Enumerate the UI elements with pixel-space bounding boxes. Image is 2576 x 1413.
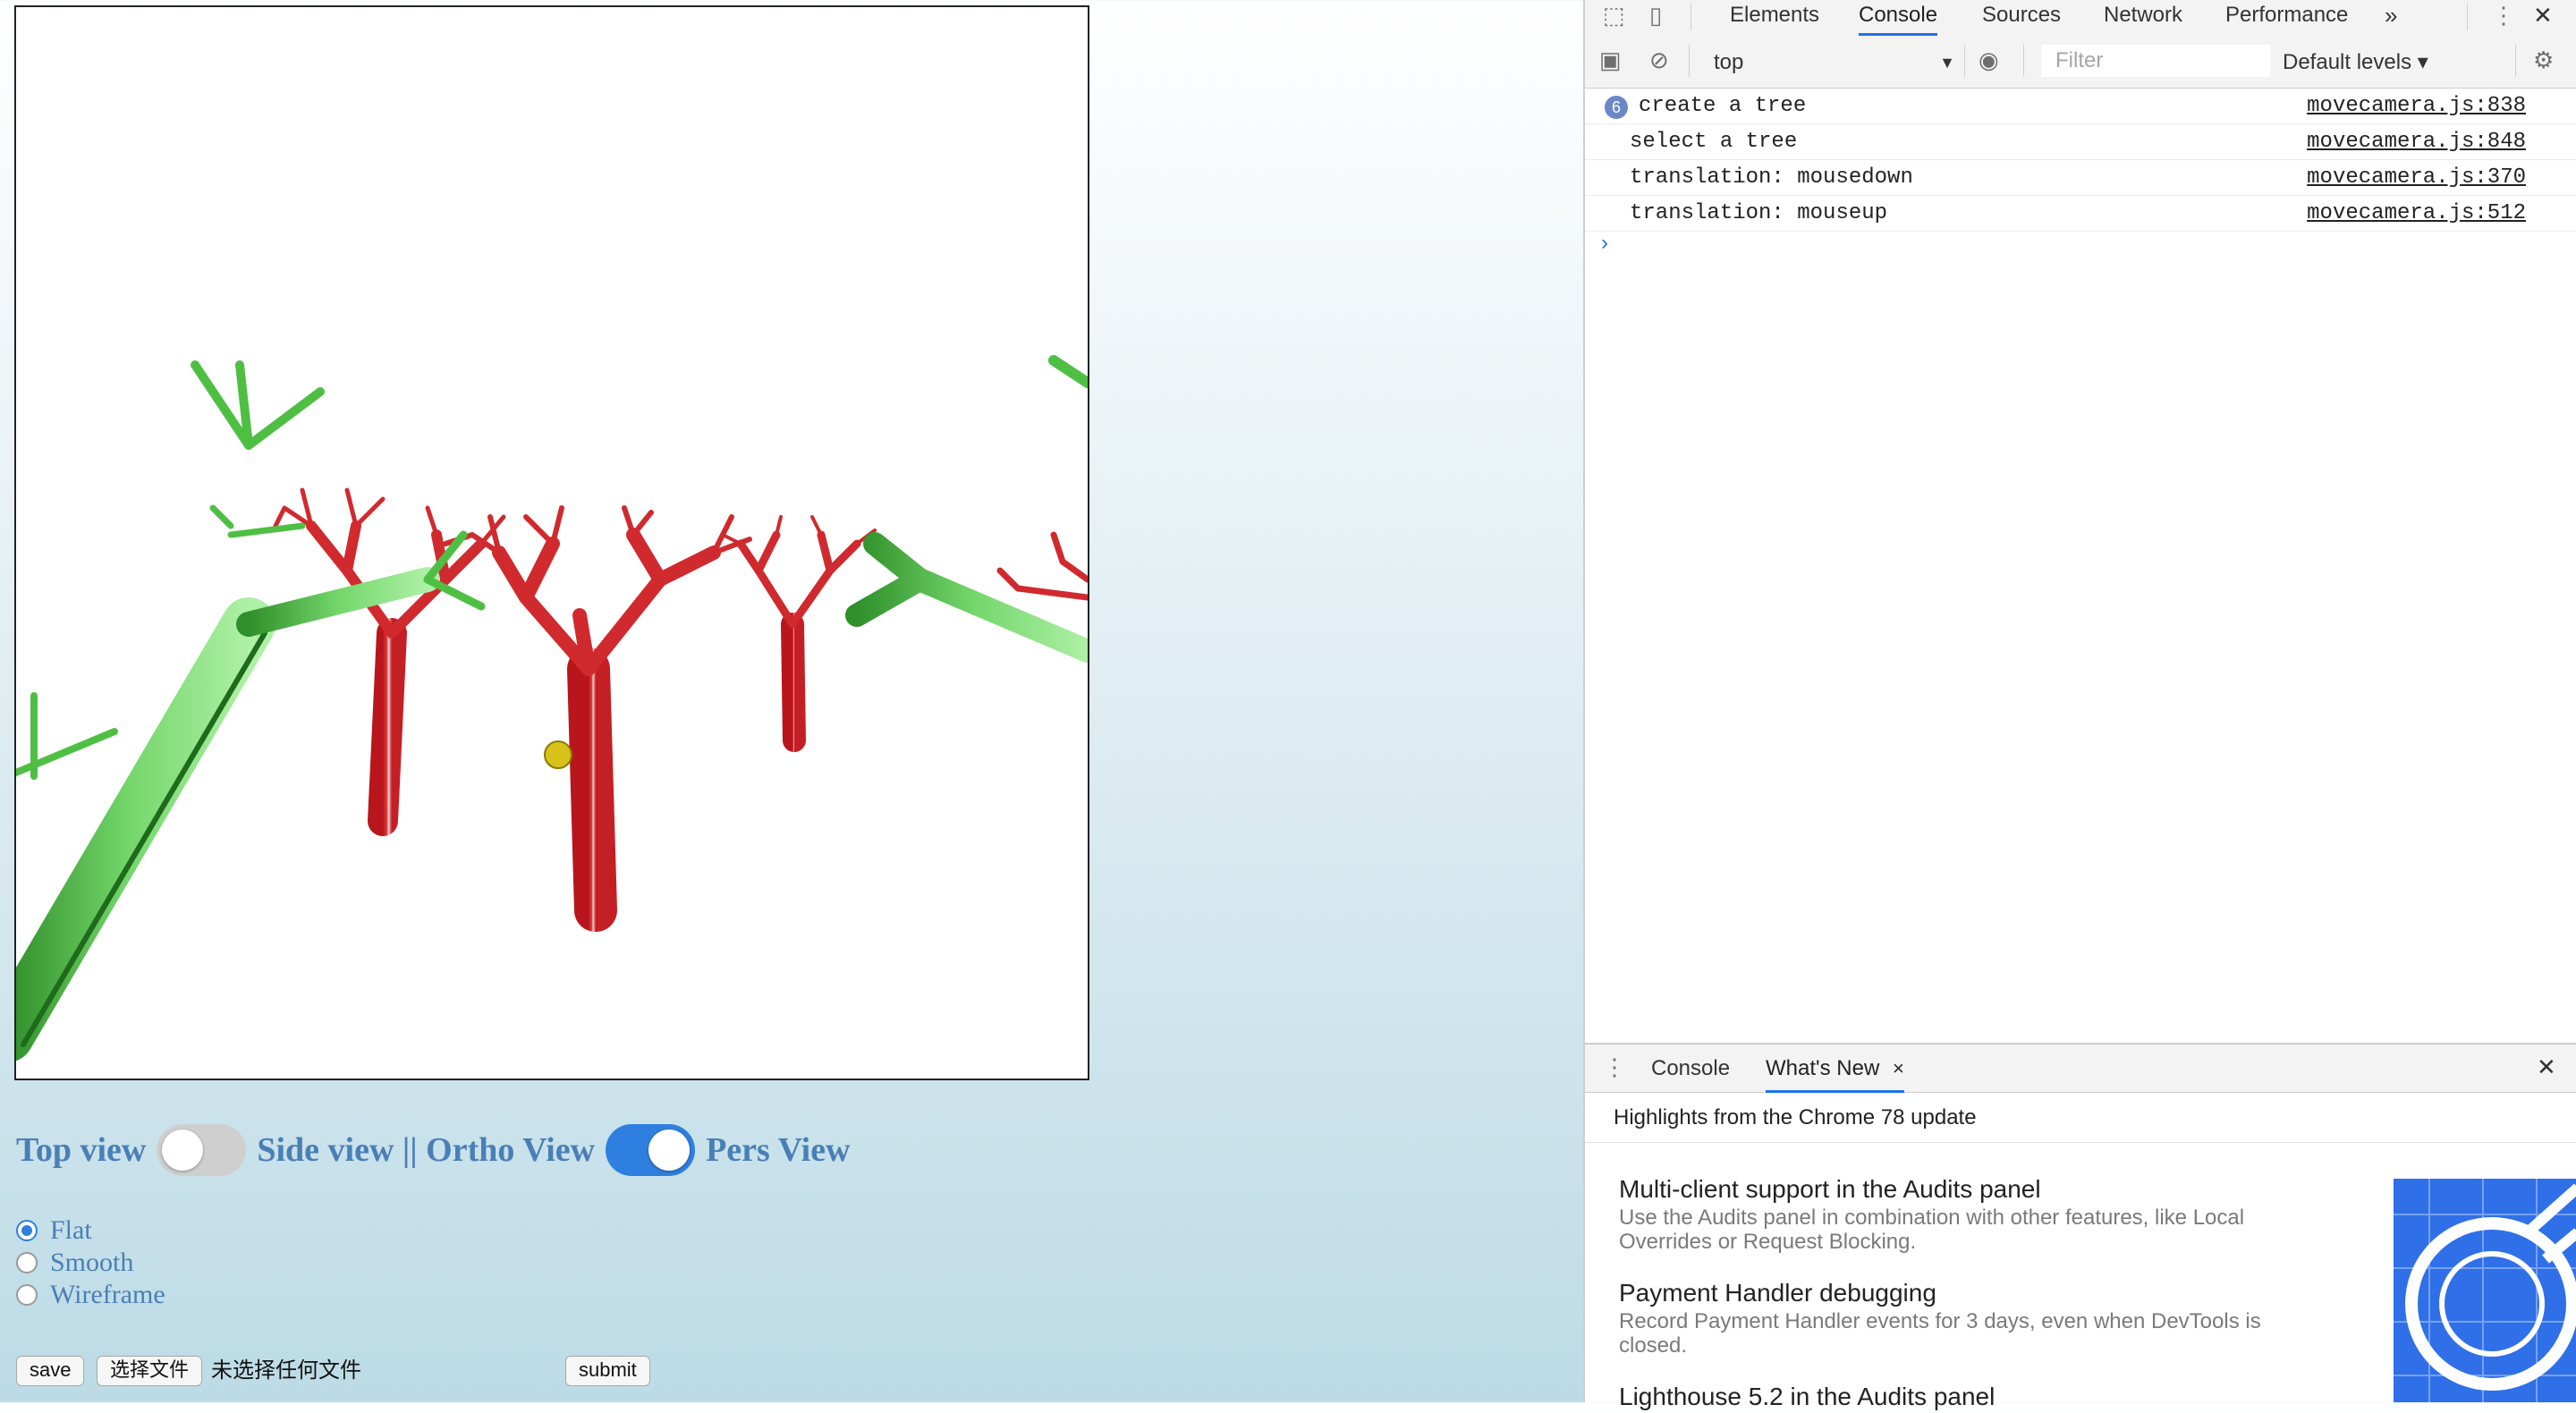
- toggle-knob: [162, 1130, 204, 1171]
- divider: [1964, 45, 1965, 77]
- drawer-tab-label: What's New: [1766, 1056, 1880, 1080]
- side-ortho-label: Side view || Ortho View: [257, 1131, 596, 1169]
- tab-performance[interactable]: Performance: [2225, 0, 2348, 36]
- radio-button[interactable]: [16, 1252, 38, 1273]
- radio-flat[interactable]: Flat: [16, 1214, 165, 1247]
- inspect-element-icon[interactable]: ⬚: [1603, 0, 1625, 30]
- news-title: Lighthouse 5.2 in the Audits panel: [1619, 1383, 1996, 1410]
- news-title: Multi-client support in the Audits panel: [1619, 1175, 2041, 1203]
- news-item[interactable]: Payment Handler debugging Record Payment…: [1619, 1277, 2334, 1358]
- divider: [2467, 4, 2468, 30]
- submit-button[interactable]: submit: [565, 1356, 650, 1386]
- ortho-pers-view-toggle[interactable]: [606, 1124, 696, 1176]
- dropdown-arrow-icon: ▼: [1939, 54, 1955, 72]
- source-link[interactable]: movecamera.js:838: [2307, 89, 2526, 124]
- pers-view-label: Pers View: [706, 1131, 851, 1169]
- kebab-menu-icon[interactable]: ⋮: [2492, 0, 2515, 30]
- red-tree: [273, 487, 506, 836]
- choose-file-button[interactable]: 选择文件: [97, 1356, 203, 1386]
- live-expression-eye-icon[interactable]: ◉: [1979, 45, 1999, 75]
- green-tree: [16, 355, 1088, 1062]
- tab-elements[interactable]: Elements: [1730, 0, 1819, 36]
- news-title: Payment Handler debugging: [1619, 1279, 1936, 1307]
- whats-new-subheading: Highlights from the Chrome 78 update: [1585, 1093, 2576, 1143]
- message-text: create a tree: [1639, 94, 1807, 118]
- close-drawer-icon[interactable]: ✕: [2537, 1052, 2556, 1082]
- radio-smooth[interactable]: Smooth: [16, 1247, 165, 1279]
- drawer-tab-bar: ⋮ Console What's New × ✕: [1585, 1043, 2576, 1093]
- no-file-label: 未选择任何文件: [211, 1358, 361, 1383]
- clear-console-icon[interactable]: ⊘: [1649, 45, 1669, 75]
- console-message: translation: mouseup movecamera.js:512: [1585, 196, 2576, 232]
- sidebar-toggle-icon[interactable]: ▣: [1599, 45, 1622, 75]
- radio-label-wireframe: Wireframe: [50, 1280, 165, 1309]
- drawer-tab-whats-new[interactable]: What's New ×: [1766, 1045, 1904, 1093]
- radio-label-flat: Flat: [50, 1215, 92, 1245]
- red-tree-partial: [996, 531, 1088, 601]
- red-tree: [712, 515, 877, 752]
- console-message: 6 create a tree movecamera.js:838: [1585, 89, 2576, 124]
- repeat-count-badge: 6: [1605, 96, 1628, 119]
- whats-new-thumbnail-image: [2394, 1179, 2576, 1402]
- context-select[interactable]: top ▼: [1714, 48, 1955, 77]
- message-text: select a tree: [1630, 130, 1798, 154]
- source-link[interactable]: movecamera.js:848: [2307, 124, 2526, 160]
- news-description: Use the Audits panel in combination with…: [1619, 1206, 2245, 1254]
- log-levels-dropdown[interactable]: Default levels ▾: [2283, 48, 2428, 77]
- news-item[interactable]: Lighthouse 5.2 in the Audits panel: [1619, 1381, 2334, 1413]
- news-item[interactable]: Multi-client support in the Audits panel…: [1619, 1173, 2334, 1254]
- console-message: translation: mousedown movecamera.js:370: [1585, 160, 2576, 196]
- divider: [2515, 45, 2516, 77]
- console-prompt[interactable]: ›: [1601, 231, 1608, 256]
- view-controls: Top view Side view || Ortho View Pers Vi…: [16, 1121, 851, 1179]
- devtools-tab-bar: ⬚ ▯ Elements Console Sources Network Per…: [1585, 0, 2576, 37]
- drawer-tab-console[interactable]: Console: [1651, 1045, 1730, 1093]
- yellow-sphere: [544, 740, 572, 769]
- divider: [1690, 4, 1691, 30]
- lighthouse-graphic-icon: [2394, 1179, 2576, 1402]
- tab-sources[interactable]: Sources: [1982, 0, 2061, 36]
- save-button[interactable]: save: [16, 1356, 85, 1386]
- message-text: translation: mouseup: [1630, 201, 1888, 225]
- radio-button[interactable]: [16, 1220, 38, 1241]
- red-tree: [443, 505, 752, 932]
- console-message: select a tree movecamera.js:848: [1585, 124, 2576, 160]
- message-text: translation: mousedown: [1630, 165, 1913, 190]
- context-value: top: [1714, 50, 1744, 74]
- top-view-label: Top view: [16, 1131, 147, 1169]
- tab-console[interactable]: Console: [1859, 0, 1938, 36]
- console-settings-gear-icon[interactable]: ⚙: [2533, 45, 2554, 75]
- source-link[interactable]: movecamera.js:370: [2307, 160, 2526, 196]
- console-filter-input[interactable]: [2041, 45, 2270, 77]
- radio-label-smooth: Smooth: [50, 1248, 134, 1277]
- devtools-panel: ⬚ ▯ Elements Console Sources Network Per…: [1583, 0, 2576, 1410]
- tree-scene: [16, 355, 1088, 1062]
- toggle-knob: [648, 1130, 691, 1171]
- tab-network[interactable]: Network: [2104, 0, 2182, 36]
- source-link[interactable]: movecamera.js:512: [2307, 196, 2526, 232]
- divider: [1689, 45, 1690, 77]
- device-toolbar-icon[interactable]: ▯: [1649, 0, 1662, 30]
- divider: [2023, 45, 2024, 77]
- console-toolbar: ▣ ⊘ top ▼ ◉ Default levels ▾ ⚙: [1585, 36, 2576, 89]
- drawer-menu-icon[interactable]: ⋮: [1603, 1052, 1626, 1082]
- close-tab-icon[interactable]: ×: [1893, 1057, 1904, 1079]
- radio-button[interactable]: [16, 1284, 38, 1306]
- shading-options: Flat Smooth Wireframe: [16, 1214, 165, 1311]
- webgl-canvas[interactable]: [14, 5, 1089, 1080]
- more-tabs-icon[interactable]: »: [2385, 0, 2397, 30]
- news-description: Record Payment Handler events for 3 days…: [1619, 1309, 2261, 1358]
- radio-wireframe[interactable]: Wireframe: [16, 1279, 165, 1311]
- top-side-view-toggle[interactable]: [157, 1124, 247, 1176]
- console-messages: 6 create a tree movecamera.js:838 select…: [1585, 89, 2576, 232]
- close-devtools-icon[interactable]: ✕: [2533, 0, 2553, 30]
